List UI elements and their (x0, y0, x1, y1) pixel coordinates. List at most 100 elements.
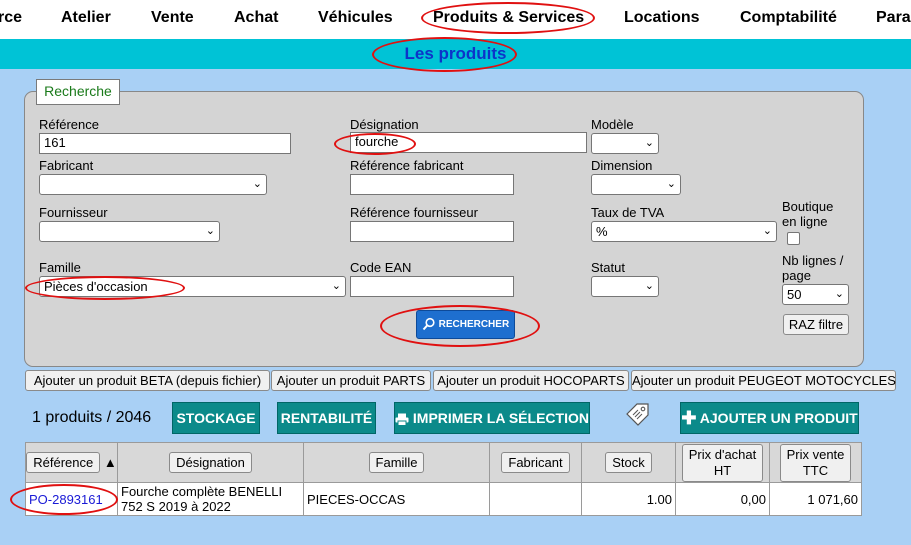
row-prix-vente-cell: 1 071,60 (769, 482, 862, 516)
prix-vente-header: Prix vente TTC (769, 442, 862, 483)
rechercher-label: RECHERCHER (438, 319, 510, 330)
chevron-down-icon: ⌄ (205, 225, 215, 237)
search-tab[interactable]: Recherche (36, 79, 120, 105)
sort-asc-icon: ▲ (103, 455, 117, 470)
nb-lignes-label-line2: page (782, 268, 811, 283)
designation-header: Désignation (117, 442, 304, 483)
row-fabricant-cell (489, 482, 582, 516)
code-ean-label: Code EAN (350, 260, 412, 275)
ref-fabricant-label: Référence fabricant (350, 158, 464, 173)
chevron-down-icon: ⌄ (644, 137, 654, 149)
fabricant-label: Fabricant (39, 158, 94, 173)
chevron-down-icon: ⌄ (834, 288, 844, 300)
rentabilite-button[interactable]: RENTABILITÉ (277, 402, 376, 434)
sort-designation-button[interactable]: Désignation (169, 452, 252, 473)
nav-item-vehicules[interactable]: Véhicules (318, 9, 393, 27)
chevron-down-icon: ⌄ (644, 280, 654, 292)
result-count: 1 produits / 2046 (32, 409, 152, 426)
fournisseur-select[interactable]: ⌄ (39, 221, 220, 242)
prix-achat-header-line1: Prix d'achat (688, 446, 757, 462)
boutique-label-line1: Boutique (782, 199, 834, 214)
sort-famille-button[interactable]: Famille (368, 452, 425, 473)
taux-tva-select-value: % (596, 224, 608, 239)
fabricant-header: Fabricant (489, 442, 582, 483)
row-designation-cell: Fourche complète BENELLI 752 S 2019 à 202… (117, 482, 304, 516)
ref-fournisseur-input[interactable] (350, 221, 514, 242)
statut-select[interactable]: ⌄ (591, 276, 659, 297)
table-header-row: Référence ▲ Désignation Famille Fabrican… (25, 442, 862, 483)
nav-item-atelier[interactable]: Atelier (61, 9, 111, 27)
nb-lignes-select[interactable]: 50 ⌄ (782, 284, 849, 305)
nb-lignes-label-line1: Nb lignes / (782, 253, 844, 268)
sort-stock-button[interactable]: Stock (605, 452, 652, 473)
nav-item-ressource[interactable]: rce (0, 9, 22, 27)
search-icon (422, 318, 435, 331)
modele-select[interactable]: ⌄ (591, 133, 659, 154)
prix-achat-header-line2: HT (713, 462, 732, 478)
modele-label: Modèle (591, 117, 634, 132)
chevron-down-icon: ⌄ (762, 225, 772, 237)
sort-prix-vente-button[interactable]: Prix vente TTC (779, 443, 852, 482)
row-designation-line2: 752 S 2019 à 2022 (121, 499, 231, 514)
table-row: PO-2893161 Fourche complète BENELLI 752 S… (25, 482, 862, 516)
boutique-label-line2: en ligne (782, 214, 828, 229)
prix-vente-header-line1: Prix vente (786, 446, 845, 462)
add-beta-button[interactable]: Ajouter un produit BETA (depuis fichier) (25, 370, 270, 391)
nav-item-locations[interactable]: Locations (624, 9, 700, 27)
nav-item-vente[interactable]: Vente (151, 9, 194, 27)
fabricant-select[interactable]: ⌄ (39, 174, 267, 195)
plus-icon: ✚ (681, 408, 697, 428)
row-designation-line1: Fourche complète BENELLI (121, 484, 283, 499)
fournisseur-label: Fournisseur (39, 205, 108, 220)
reference-label: Référence (39, 117, 99, 132)
imprimer-selection-button[interactable]: IMPRIMER LA SÉLECTION (394, 402, 590, 434)
nav-item-achat[interactable]: Achat (234, 9, 278, 27)
taux-tva-select[interactable]: % ⌄ (591, 221, 777, 242)
imprimer-label: IMPRIMER LA SÉLECTION (412, 410, 589, 426)
dimension-select[interactable]: ⌄ (591, 174, 681, 195)
row-stock-cell: 1.00 (581, 482, 676, 516)
rechercher-button[interactable]: RECHERCHER (416, 310, 515, 339)
boutique-checkbox[interactable] (787, 232, 800, 245)
reference-input[interactable]: 161 (39, 133, 291, 154)
nav-item-produits-services[interactable]: Produits & Services (433, 9, 584, 27)
sort-prix-achat-button[interactable]: Prix d'achat HT (681, 443, 764, 482)
raz-filtre-button[interactable]: RAZ filtre (783, 314, 849, 335)
ref-fabricant-input[interactable] (350, 174, 514, 195)
reference-header: Référence ▲ (25, 442, 118, 483)
product-reference-link[interactable]: PO-2893161 (29, 492, 103, 507)
nb-lignes-select-value: 50 (787, 287, 802, 302)
designation-input[interactable]: fourche (350, 132, 587, 153)
nav-item-comptabilite[interactable]: Comptabilité (740, 9, 837, 27)
prix-achat-header: Prix d'achat HT (675, 442, 770, 483)
row-famille-cell: PIECES-OCCAS (303, 482, 490, 516)
ref-fournisseur-label: Référence fournisseur (350, 205, 478, 220)
top-nav: rce Atelier Vente Achat Véhicules Produi… (0, 0, 911, 39)
famille-header: Famille (303, 442, 490, 483)
printer-icon (395, 413, 409, 426)
taux-tva-label: Taux de TVA (591, 205, 665, 220)
chevron-down-icon: ⌄ (331, 280, 341, 292)
ajouter-label: AJOUTER UN PRODUIT (699, 410, 858, 426)
famille-select-value: Pièces d'occasion (44, 279, 148, 294)
results-table: Référence ▲ Désignation Famille Fabrican… (25, 442, 862, 516)
add-parts-button[interactable]: Ajouter un produit PARTS (271, 370, 431, 391)
nav-item-parametres[interactable]: Para (876, 9, 911, 27)
sort-fabricant-button[interactable]: Fabricant (501, 452, 570, 473)
chevron-down-icon: ⌄ (252, 178, 262, 190)
sort-reference-button[interactable]: Référence (26, 452, 101, 473)
famille-label: Famille (39, 260, 81, 275)
dimension-label: Dimension (591, 158, 653, 173)
row-prix-achat-cell: 0,00 (675, 482, 770, 516)
prix-vente-header-line2: TTC (802, 462, 829, 478)
famille-select[interactable]: Pièces d'occasion ⌄ (39, 276, 346, 297)
tag-icon[interactable] (625, 402, 651, 429)
ajouter-produit-button[interactable]: ✚ AJOUTER UN PRODUIT (680, 402, 859, 434)
stockage-button[interactable]: STOCKAGE (172, 402, 260, 434)
statut-label: Statut (591, 260, 625, 275)
add-peugeot-button[interactable]: Ajouter un produit PEUGEOT MOTOCYCLES (631, 370, 896, 391)
designation-label: Désignation (350, 117, 419, 132)
add-hocoparts-button[interactable]: Ajouter un produit HOCOPARTS (433, 370, 629, 391)
code-ean-input[interactable] (350, 276, 514, 297)
row-reference-cell: PO-2893161 (25, 482, 118, 516)
